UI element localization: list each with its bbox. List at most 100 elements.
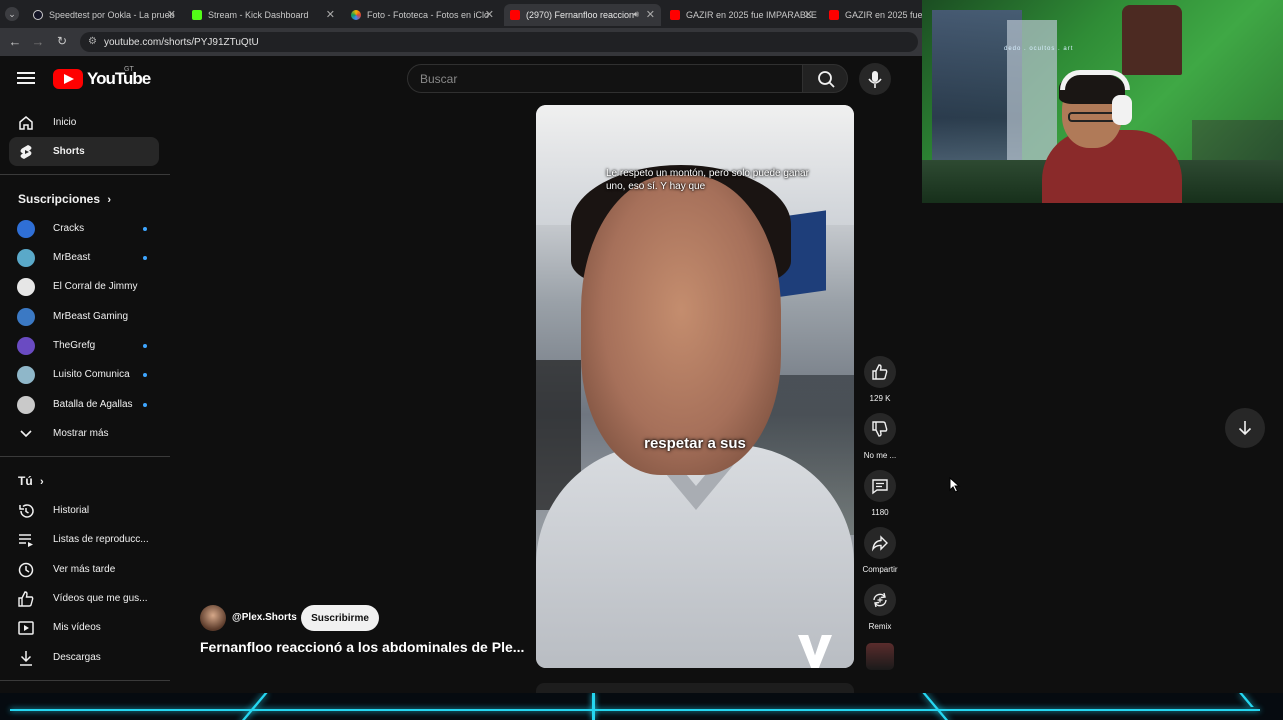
- speedtest-icon: [33, 10, 43, 20]
- sidebar-item-history[interactable]: Historial: [9, 496, 159, 525]
- sidebar-item-watch-later[interactable]: Ver más tarde: [9, 555, 159, 584]
- search-button[interactable]: [802, 64, 848, 93]
- channel-name[interactable]: @Plex.Shorts: [232, 612, 297, 623]
- subscriptions-heading[interactable]: Suscripciones ›: [18, 192, 111, 206]
- close-icon[interactable]: ✕: [485, 8, 494, 21]
- search-icon: [818, 71, 835, 88]
- address-bar[interactable]: ⚙ youtube.com/shorts/PYJ91ZTuQtU: [80, 32, 918, 52]
- sidebar-item-label: Luisito Comunica: [53, 369, 130, 380]
- browser-toolbar: ← → ↻ ⚙ youtube.com/shorts/PYJ91ZTuQtU: [0, 28, 922, 56]
- audio-source-thumbnail[interactable]: [866, 643, 894, 670]
- browser-tab[interactable]: Speedtest por Ookla - La prueb ✕: [27, 4, 182, 26]
- close-icon[interactable]: ✕: [167, 8, 176, 21]
- watch-later-icon: [17, 561, 35, 579]
- tab-title: (2970) Fernanfloo reaccion: [526, 10, 635, 20]
- browser-tab[interactable]: GAZIR en 2025 fue IMPA: [823, 4, 922, 26]
- show-more-button[interactable]: Mostrar más: [9, 419, 159, 448]
- you-heading[interactable]: Tú ›: [18, 474, 44, 488]
- tab-search-button[interactable]: ⌄: [5, 7, 19, 21]
- caption-top: Le respeto un montón, pero solo puede ga…: [606, 168, 809, 192]
- video-shirt: [536, 445, 854, 668]
- sidebar-item-subscription[interactable]: Luisito Comunica: [9, 360, 159, 389]
- webcam-overlay: dedo . ocultos . art: [922, 0, 1283, 203]
- speaker-icon[interactable]: 🔊︎: [633, 9, 639, 20]
- forward-arrow-icon[interactable]: →: [30, 34, 46, 49]
- browser-tab-bar: ⌄ Speedtest por Ookla - La prueb ✕ Strea…: [0, 0, 922, 28]
- youtube-logo-icon[interactable]: [53, 69, 83, 89]
- like-icon: [872, 364, 888, 380]
- remix-label: Remix: [868, 622, 892, 631]
- voice-search-button[interactable]: [859, 63, 891, 95]
- youtube-logo-text[interactable]: YouTube: [87, 69, 151, 89]
- next-short-button[interactable]: [1225, 408, 1265, 448]
- chevron-down-icon: [17, 425, 35, 443]
- sidebar-item-label: Descargas: [53, 652, 101, 663]
- close-icon[interactable]: ✕: [646, 8, 655, 21]
- short-video-player[interactable]: Le respeto un montón, pero solo puede ga…: [536, 105, 854, 668]
- sidebar-item-subscription[interactable]: TheGrefg: [9, 331, 159, 360]
- like-count: 129 K: [869, 394, 891, 403]
- next-short-preview: [536, 683, 854, 693]
- short-title[interactable]: Fernanfloo reaccionó a los abdominales d…: [200, 639, 524, 655]
- close-icon[interactable]: ✕: [326, 8, 335, 21]
- sidebar-item-liked-videos[interactable]: Vídeos que me gus...: [9, 584, 159, 613]
- channel-avatar[interactable]: [200, 605, 226, 631]
- browser-tab[interactable]: Stream - Kick Dashboard ✕: [186, 4, 341, 26]
- new-content-dot: [143, 255, 147, 260]
- sidebar-item-label: Historial: [53, 505, 90, 516]
- subscribe-button[interactable]: Suscribirme: [301, 605, 379, 631]
- video-face: [581, 175, 781, 475]
- sidebar-item-label: Cracks: [53, 223, 85, 234]
- playlist-icon: [17, 531, 35, 549]
- search-input[interactable]: Buscar: [407, 64, 803, 93]
- share-button[interactable]: [864, 527, 896, 559]
- home-icon: [17, 114, 35, 132]
- sidebar-item-subscription[interactable]: Cracks: [9, 214, 159, 243]
- new-content-dot: [143, 372, 147, 377]
- reload-icon[interactable]: ↻: [54, 34, 70, 48]
- sidebar: Inicio Shorts Suscripciones › Cracks MrB…: [0, 104, 170, 694]
- new-content-dot: [143, 402, 147, 407]
- site-info-icon[interactable]: ⚙: [88, 36, 97, 47]
- microphone-icon: [868, 71, 882, 88]
- mouse-cursor-icon: [949, 477, 961, 493]
- webcam-poster-2: [1007, 20, 1057, 170]
- tab-title: Speedtest por Ookla - La prueb: [49, 10, 175, 20]
- menu-icon[interactable]: [17, 70, 35, 86]
- sidebar-item-label: Listas de reproducc...: [53, 534, 149, 545]
- browser-tab[interactable]: GAZIR en 2025 fue IMPARABLE ✕: [664, 4, 819, 26]
- sidebar-item-label: Vídeos que me gus...: [53, 593, 148, 604]
- stream-overlay-bottom: [0, 693, 1283, 720]
- back-arrow-icon[interactable]: ←: [7, 34, 23, 49]
- dislike-label: No me ...: [863, 451, 897, 460]
- chevron-right-icon: ›: [107, 194, 112, 206]
- sidebar-item-subscription[interactable]: MrBeast: [9, 243, 159, 272]
- poster-text: dedo . ocultos . art: [1004, 46, 1074, 52]
- sidebar-item-my-videos[interactable]: Mis vídeos: [9, 613, 159, 642]
- like-button[interactable]: [864, 356, 896, 388]
- youtube-icon: [670, 10, 680, 20]
- dislike-button[interactable]: [864, 413, 896, 445]
- sidebar-item-home[interactable]: Inicio: [9, 108, 159, 137]
- photos-icon: [351, 10, 361, 20]
- dislike-icon: [872, 421, 888, 437]
- sidebar-item-subscription[interactable]: El Corral de Jimmy: [9, 272, 159, 301]
- comment-icon: [872, 479, 888, 495]
- remix-button[interactable]: [864, 584, 896, 616]
- sidebar-item-shorts[interactable]: Shorts: [9, 137, 159, 166]
- channel-avatar: [17, 395, 35, 414]
- like-icon: [17, 590, 35, 608]
- sidebar-item-playlists[interactable]: Listas de reproducc...: [9, 525, 159, 554]
- sidebar-item-subscription[interactable]: Batalla de Agallas: [9, 390, 159, 419]
- comments-button[interactable]: [864, 470, 896, 502]
- browser-tab[interactable]: Foto - Fototeca - Fotos en iClo ✕: [345, 4, 500, 26]
- browser-tab-active[interactable]: (2970) Fernanfloo reaccion 🔊︎ ✕: [504, 4, 661, 26]
- sidebar-item-subscription[interactable]: MrBeast Gaming: [9, 302, 159, 331]
- close-icon[interactable]: ✕: [804, 8, 813, 21]
- sidebar-item-downloads[interactable]: Descargas: [9, 643, 159, 672]
- new-content-dot: [143, 226, 147, 231]
- channel-avatar: [17, 307, 35, 326]
- sidebar-item-label: TheGrefg: [53, 340, 96, 351]
- download-icon: [17, 649, 35, 667]
- neon-line: [239, 693, 268, 720]
